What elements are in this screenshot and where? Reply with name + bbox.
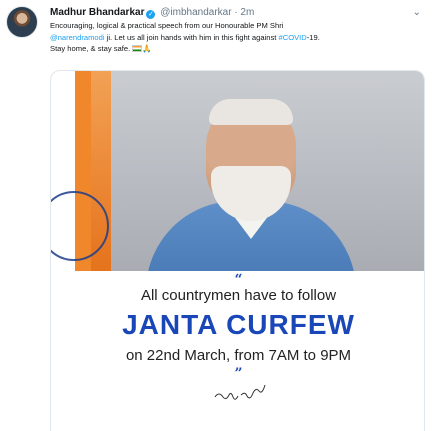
tweet-text-line-3: Stay home, & stay safe. 🙏: [50, 43, 425, 55]
india-flag-emoji-icon: [132, 45, 143, 52]
chevron-down-icon[interactable]: ⌄: [413, 6, 421, 19]
tweet[interactable]: Madhur Bhandarkar ✓ @imbhandarkar · 2m ⌄ …: [0, 0, 435, 431]
author-avatar[interactable]: [6, 6, 38, 38]
tweet-text: Encouraging, logical & practical speech …: [50, 20, 425, 55]
verified-badge-icon: ✓: [146, 10, 156, 19]
tweet-header: Madhur Bhandarkar ✓ @imbhandarkar · 2m ⌄: [50, 6, 421, 19]
quote-open-icon: “: [234, 272, 243, 288]
person-hair: [209, 99, 293, 125]
signature-image: [214, 384, 266, 400]
tweet-text-line-2-end: -19.: [306, 32, 320, 42]
quote-close-icon: ”: [234, 366, 243, 382]
poster-line-1: All countrymen have to follow: [140, 287, 337, 304]
hashtag-link[interactable]: #COVID: [278, 33, 306, 42]
tweet-text-line-1: Encouraging, logical & practical speech …: [50, 21, 284, 30]
mention-link[interactable]: @narendramodi: [50, 33, 105, 42]
folded-hands-emoji: 🙏: [142, 44, 152, 53]
author-handle-time[interactable]: @imbhandarkar · 2m: [160, 7, 254, 18]
tweet-text-line-2-body: ji. Let us all join hands with him in th…: [104, 32, 279, 42]
tweet-text-line-3-body: Stay home, & stay safe.: [50, 44, 131, 53]
author-name[interactable]: Madhur Bhandarkar: [50, 7, 144, 18]
poster-title: JANTA CURFEW: [122, 309, 355, 340]
poster-text-area: “ All countrymen have to follow JANTA CU…: [51, 271, 424, 431]
media-photo: [51, 71, 424, 291]
poster-line-3: on 22nd March, from 7AM to 9PM: [125, 347, 352, 364]
tweet-media[interactable]: “ All countrymen have to follow JANTA CU…: [50, 70, 425, 431]
tweet-text-line-2: @narendramodi ji. Let us all join hands …: [50, 32, 425, 44]
